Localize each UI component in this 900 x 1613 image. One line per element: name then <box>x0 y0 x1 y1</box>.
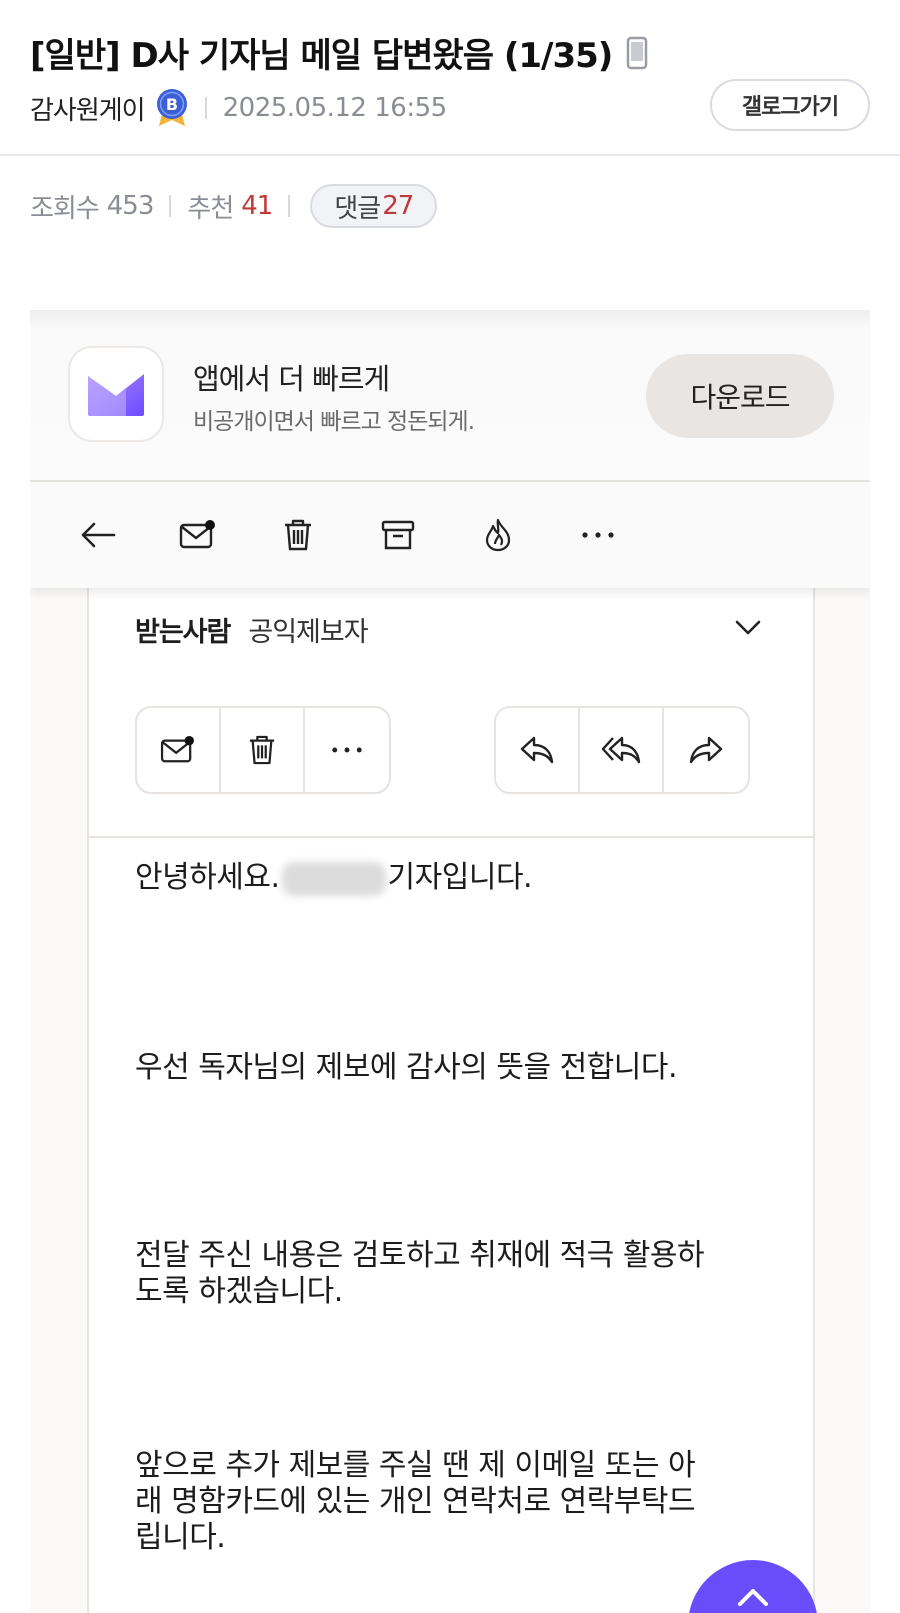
more-icon[interactable] <box>578 515 618 555</box>
mail-screenshot: 앱에서 더 빠르게 비공개이면서 빠르고 정돈되게. 다운로드 받는사람 공익제… <box>30 310 870 1613</box>
more-button[interactable] <box>305 708 389 792</box>
badge-letter: B <box>166 95 178 114</box>
post-title-row: [일반] D사 기자님 메일 답변왔음 (1/35) <box>30 28 648 77</box>
mark-unread-icon <box>160 735 194 763</box>
divider <box>288 195 291 217</box>
recipient-label: 받는사람 <box>135 617 231 648</box>
message-actions-right <box>494 706 750 794</box>
archive-icon[interactable] <box>378 515 418 555</box>
mail-body-line: 도록 하겠습니다. <box>135 1274 343 1309</box>
mail-body-line: 전달 주신 내용은 검토하고 취재에 적극 활용하 <box>135 1238 705 1273</box>
greeting-suffix: 기자입니다. <box>387 860 533 895</box>
message-actions-left <box>135 706 391 794</box>
mark-unread-button[interactable] <box>137 708 221 792</box>
mail-body-line: 앞으로 추가 제보를 주실 땐 제 이메일 또는 아 <box>135 1448 696 1483</box>
reply-button[interactable] <box>496 708 580 792</box>
back-arrow-icon[interactable] <box>78 515 118 555</box>
recommend-count: 41 <box>241 191 273 221</box>
mail-body-line: 립니다. <box>135 1520 226 1555</box>
post-date: 2025.05.12 16:55 <box>222 93 448 123</box>
divider <box>169 195 172 217</box>
trash-icon[interactable] <box>278 515 318 555</box>
mail-toolbar <box>30 482 870 588</box>
scroll-top-button[interactable] <box>688 1560 818 1613</box>
recommend-label: 추천 <box>187 193 234 224</box>
views-count: 453 <box>106 191 155 221</box>
divider <box>204 97 207 119</box>
forward-button[interactable] <box>664 708 748 792</box>
views-label: 조회수 <box>30 193 100 224</box>
mail-card: 받는사람 공익제보자 안녕하세요. 기자입니다. 우선 독자님의 제보에 감사의… <box>87 560 815 1613</box>
proton-mail-logo <box>68 346 164 442</box>
app-banner: 앱에서 더 빠르게 비공개이면서 빠르고 정돈되게. 다운로드 <box>30 310 870 482</box>
trash-icon <box>249 735 275 765</box>
chevron-down-icon[interactable] <box>733 612 763 642</box>
comments-button[interactable]: 댓글 27 <box>310 184 438 228</box>
reply-icon <box>520 736 554 764</box>
forward-icon <box>689 736 723 764</box>
mobile-icon <box>626 36 648 70</box>
mail-body-line: 우선 독자님의 제보에 감사의 뜻을 전합니다. <box>135 1050 678 1085</box>
greeting-prefix: 안녕하세요. <box>135 860 280 895</box>
redacted-name <box>281 861 386 896</box>
reply-all-button[interactable] <box>580 708 664 792</box>
mark-unread-icon[interactable] <box>178 515 218 555</box>
gallog-button[interactable]: 갤로그가기 <box>710 79 870 131</box>
stats-row: 조회수 453 추천 41 댓글 27 <box>30 184 438 228</box>
banner-title: 앱에서 더 빠르게 <box>193 362 390 396</box>
reply-all-icon <box>601 736 641 764</box>
trash-button[interactable] <box>221 708 305 792</box>
scroll-top-icon <box>738 1589 768 1606</box>
download-button[interactable]: 다운로드 <box>646 354 834 438</box>
badge-icon: B <box>155 88 189 128</box>
author-name[interactable]: 감사원게이 <box>30 90 146 127</box>
banner-subtitle: 비공개이면서 빠르고 정돈되게. <box>193 409 475 435</box>
recipient-row: 받는사람 공익제보자 <box>135 610 369 649</box>
recipient-value: 공익제보자 <box>248 617 368 648</box>
author-row: 감사원게이 B 2025.05.12 16:55 <box>30 88 447 128</box>
mail-body-line: 래 명함카드에 있는 개인 연락처로 연락부탁드 <box>135 1484 696 1519</box>
flame-icon[interactable] <box>478 515 518 555</box>
post-title: [일반] D사 기자님 메일 답변왔음 (1/35) <box>30 36 613 76</box>
divider <box>89 836 813 838</box>
mail-body-greeting: 안녕하세요. 기자입니다. <box>135 860 533 896</box>
comments-label: 댓글 <box>334 193 381 224</box>
post-header: [일반] D사 기자님 메일 답변왔음 (1/35) 감사원게이 B 2025.… <box>0 0 900 156</box>
comments-count: 27 <box>382 191 414 221</box>
more-icon <box>332 747 362 753</box>
